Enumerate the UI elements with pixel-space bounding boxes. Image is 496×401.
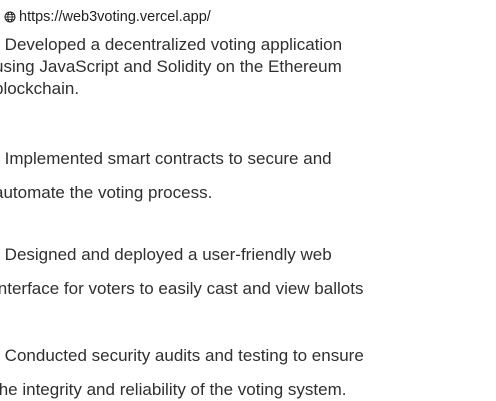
- project-link-row[interactable]: https://web3voting.vercel.app/: [4, 6, 211, 28]
- bullet-decentralized-voting: • Developed a decentralized voting appli…: [0, 34, 489, 100]
- bullet-security-audits: • Conducted security audits and testing …: [0, 345, 489, 401]
- bullet-line: • Implemented smart contracts to secure …: [0, 149, 332, 168]
- bullet-line: • Conducted security audits and testing …: [0, 346, 364, 365]
- project-url-link[interactable]: https://web3voting.vercel.app/: [19, 9, 211, 25]
- bullet-line: the integrity and reliability of the vot…: [0, 380, 347, 399]
- globe-icon: [4, 11, 16, 23]
- bullet-line: using JavaScript and Solidity on the Eth…: [0, 57, 342, 76]
- bullet-smart-contracts: • Implemented smart contracts to secure …: [0, 148, 489, 204]
- bullet-line: blockchain.: [0, 79, 80, 98]
- bullet-user-interface: • Designed and deployed a user-friendly …: [0, 244, 489, 300]
- bullet-line: interface for voters to easily cast and …: [0, 279, 364, 298]
- bullet-line: • Designed and deployed a user-friendly …: [0, 245, 332, 264]
- resume-project-section: https://web3voting.vercel.app/ • Develop…: [0, 0, 496, 401]
- bullet-line: • Developed a decentralized voting appli…: [0, 35, 343, 54]
- bullet-line: automate the voting process.: [0, 183, 213, 202]
